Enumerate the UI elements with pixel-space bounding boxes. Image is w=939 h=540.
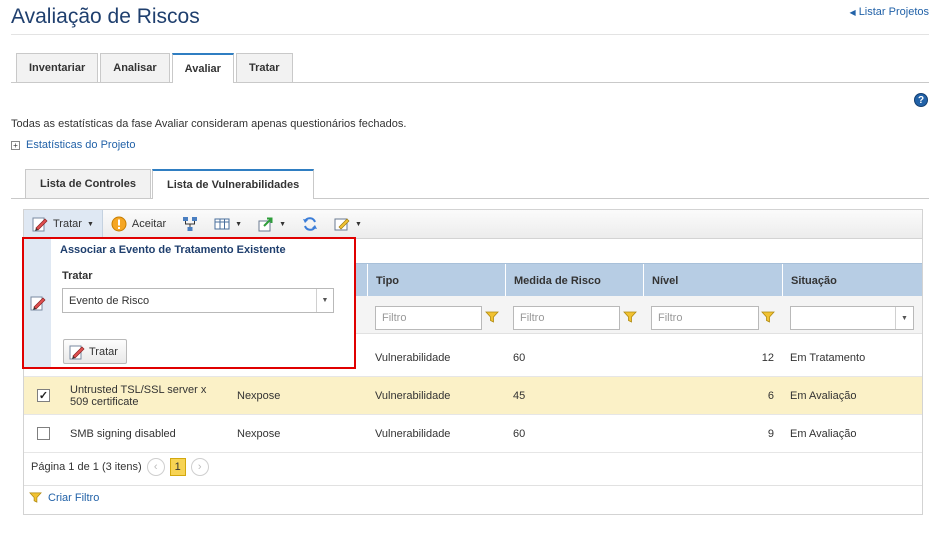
cell-medida: 60 <box>513 352 526 364</box>
cell-situacao: Em Tratamento <box>790 352 866 364</box>
filter-funnel-icon[interactable] <box>623 310 637 324</box>
caret-left-icon: ◀ <box>849 7 856 17</box>
cell-nivel: 9 <box>767 428 774 440</box>
refresh-button[interactable] <box>294 210 326 239</box>
hierarchy-button[interactable] <box>174 210 206 239</box>
column-header-tipo[interactable]: Tipo <box>367 264 505 297</box>
create-filter-label: Criar Filtro <box>48 491 100 504</box>
filter-input-tipo[interactable]: Filtro <box>375 306 482 330</box>
info-text: Todas as estatísticas da fase Avaliar co… <box>11 118 407 130</box>
accept-button[interactable]: Aceitar <box>103 210 174 239</box>
next-page-button[interactable]: › <box>190 458 209 476</box>
treat-submit-button[interactable]: Tratar <box>63 339 127 364</box>
cell-situacao: Em Avaliação <box>790 390 857 402</box>
refresh-icon <box>303 217 317 231</box>
chevron-down-icon: ▼ <box>355 220 362 228</box>
filter-funnel-icon[interactable] <box>485 310 499 324</box>
cell-tipo: Vulnerabilidade <box>375 428 451 440</box>
chevron-down-icon[interactable]: ▼ <box>316 289 333 312</box>
grid-toolbar: Tratar ▼ Aceitar ▼ ▼ ▼ <box>24 209 922 239</box>
tab-controls-list[interactable]: Lista de Controles <box>25 169 151 198</box>
cell-name: SMB signing disabled <box>70 428 176 440</box>
list-projects-label: Listar Projetos <box>858 6 929 18</box>
cell-source: Nexpose <box>237 390 281 402</box>
page-number-button[interactable]: 1 <box>169 458 186 476</box>
hierarchy-icon <box>183 217 198 231</box>
table-row[interactable]: ✓ Untrusted TSL/SSL server x 509 certifi… <box>24 377 922 415</box>
column-header-nivel[interactable]: Nível <box>643 264 782 297</box>
cell-name: Untrusted TSL/SSL server x 509 certifica… <box>70 384 207 408</box>
panel-title: Associar a Evento de Tratamento Existent… <box>60 244 286 256</box>
treat-button-label: Tratar <box>53 218 82 230</box>
columns-menu-button[interactable]: ▼ <box>206 210 250 239</box>
help-icon[interactable]: ? <box>914 93 928 107</box>
cell-source: Nexpose <box>237 428 281 440</box>
chevron-down-icon: ▼ <box>86 220 94 228</box>
edit-form-icon <box>334 218 350 231</box>
cell-nivel: 12 <box>761 352 774 364</box>
treat-event-select[interactable]: Evento de Risco ▼ <box>62 288 334 313</box>
filter-select-situacao[interactable]: ▼ <box>790 306 914 330</box>
treat-dropdown-panel: Associar a Evento de Tratamento Existent… <box>22 237 356 369</box>
cell-tipo: Vulnerabilidade <box>375 390 451 402</box>
treat-button[interactable]: Tratar ▼ <box>24 209 103 239</box>
chevron-down-icon: ▼ <box>235 220 243 228</box>
warning-circle-icon <box>111 216 127 232</box>
table-row[interactable]: SMB signing disabled Nexpose Vulnerabili… <box>24 415 922 453</box>
treat-field-label: Tratar <box>62 270 93 282</box>
cell-medida: 60 <box>513 428 526 440</box>
title-divider <box>11 34 929 35</box>
table-columns-icon <box>214 218 230 230</box>
list-projects-link[interactable]: ◀ Listar Projetos <box>850 6 929 18</box>
pencil-edit-icon <box>69 345 85 359</box>
treat-event-select-value: Evento de Risco <box>69 294 150 307</box>
pager-summary: Página 1 de 1 (3 itens) <box>31 461 142 473</box>
page-title: Avaliação de Riscos <box>11 5 200 28</box>
tab-inventariar[interactable]: Inventariar <box>16 53 99 82</box>
list-subtabs: Lista de Controles Lista de Vulnerabilid… <box>25 169 315 199</box>
tab-analisar[interactable]: Analisar <box>100 53 170 82</box>
filter-funnel-icon <box>29 492 42 503</box>
tabs-divider <box>11 82 929 83</box>
pager: Página 1 de 1 (3 itens) ‹ 1 › <box>31 458 209 476</box>
project-stats-label: Estatísticas do Projeto <box>26 139 136 151</box>
select-button[interactable]: ▼ <box>895 307 913 329</box>
accept-button-label: Aceitar <box>131 218 167 230</box>
column-header-medida-de-risco[interactable]: Medida de Risco <box>505 264 643 297</box>
chevron-down-icon: ▼ <box>279 220 286 228</box>
export-icon <box>258 217 273 232</box>
cell-tipo: Vulnerabilidade <box>375 352 451 364</box>
filter-funnel-icon[interactable] <box>761 310 775 324</box>
treat-submit-label: Tratar <box>89 345 118 358</box>
tab-tratar[interactable]: Tratar <box>235 53 293 82</box>
create-filter-link[interactable]: Criar Filtro <box>29 491 99 504</box>
cell-nivel: 6 <box>767 390 774 402</box>
export-menu-button[interactable]: ▼ <box>250 210 294 239</box>
row-checkbox[interactable]: ✓ <box>37 389 50 402</box>
filter-input-nivel[interactable]: Filtro <box>651 306 759 330</box>
expand-icon[interactable]: + <box>11 140 20 150</box>
pencil-edit-icon <box>32 217 48 232</box>
phase-tabs: Inventariar Analisar Avaliar Tratar <box>16 53 294 83</box>
project-stats-link[interactable]: + Estatísticas do Projeto <box>11 139 135 151</box>
grid-footer-divider <box>24 485 922 486</box>
filter-input-medida[interactable]: Filtro <box>513 306 620 330</box>
edit-menu-button[interactable]: ▼ <box>326 210 370 239</box>
column-header-situacao[interactable]: Situação <box>782 264 922 297</box>
subtabs-divider <box>11 198 929 199</box>
cell-situacao: Em Avaliação <box>790 428 857 440</box>
pencil-edit-icon <box>30 296 45 311</box>
panel-side-strip <box>24 239 51 367</box>
tab-avaliar[interactable]: Avaliar <box>171 53 234 83</box>
row-checkbox[interactable] <box>37 427 50 440</box>
tab-vulnerabilities-list[interactable]: Lista de Vulnerabilidades <box>151 169 315 199</box>
cell-medida: 45 <box>513 390 526 402</box>
prev-page-button[interactable]: ‹ <box>146 458 165 476</box>
